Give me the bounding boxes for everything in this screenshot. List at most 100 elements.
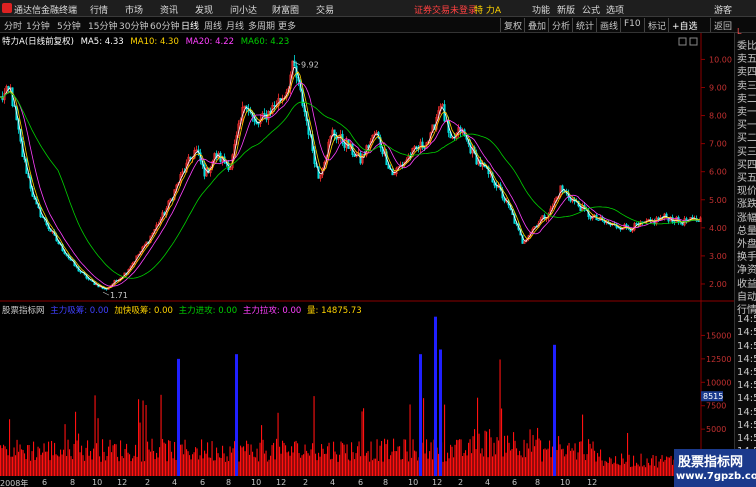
tool-back[interactable]: 返回 [710, 18, 735, 32]
menu-options[interactable]: 选项 [606, 3, 624, 16]
indicator-title[interactable]: 股票指标网 [2, 306, 45, 316]
volume-bar [343, 444, 345, 476]
quote-panel-item[interactable]: 14:5 [737, 341, 756, 352]
period-tab-60min[interactable]: 60分钟 [150, 19, 179, 32]
menu-formula[interactable]: 公式 [582, 3, 600, 16]
volume-bar [331, 458, 333, 476]
tool-overlay[interactable]: 叠加 [524, 18, 549, 32]
volume-bar [147, 441, 149, 476]
menu-functions[interactable]: 功能 [532, 3, 550, 16]
volume-bar [271, 445, 273, 476]
volume-bar [583, 454, 585, 476]
volume-bar [535, 439, 537, 476]
quote-panel-item[interactable]: 14:5 [737, 380, 756, 391]
volume-bar [496, 437, 498, 476]
tool-f10[interactable]: F10 [620, 18, 644, 32]
quote-panel-item[interactable]: 14:5 [737, 433, 756, 444]
quote-panel-item[interactable]: 14:5 [737, 407, 756, 418]
volume-bar [57, 455, 59, 476]
x-axis-label: 2 [145, 478, 151, 487]
menu-wealth[interactable]: 财富圈 [272, 3, 299, 16]
quote-panel-item[interactable]: 14:5 [737, 327, 756, 338]
volume-bar [640, 453, 642, 476]
tool-adjust[interactable]: 复权 [500, 18, 525, 32]
volume-bar [670, 455, 672, 476]
volume-bar [547, 448, 549, 476]
period-tab-1min[interactable]: 1分钟 [26, 19, 50, 32]
volume-bar [118, 461, 120, 476]
tool-draw[interactable]: 画线 [596, 18, 621, 32]
quote-panel-item[interactable]: 14:5 [737, 420, 756, 431]
volume-bar [646, 458, 648, 476]
volume-bar [390, 455, 392, 476]
indicator-chart[interactable]: 15000 12500 10000 7500 5000 8515 [0, 302, 734, 476]
volume-bar [168, 440, 170, 476]
volume-bar [403, 439, 405, 476]
period-tab-5min[interactable]: 5分钟 [57, 19, 81, 32]
guest-label[interactable]: 游客 [714, 3, 732, 16]
volume-bar [81, 445, 83, 476]
price-tick-label: 4.00 [709, 224, 727, 233]
quote-panel-item[interactable]: 14:5 [737, 393, 756, 404]
volume-bar [451, 446, 453, 476]
kline-title: 特力A(日线前复权) [2, 37, 74, 47]
volume-bar [639, 466, 641, 476]
period-tab-multi[interactable]: 多周期 [248, 19, 275, 32]
volume-bar [489, 429, 491, 476]
volume-bar [222, 445, 224, 476]
candle-body [273, 104, 276, 107]
tool-analysis[interactable]: 分析 [548, 18, 573, 32]
volume-bar [274, 459, 276, 476]
volume-bar [247, 443, 249, 476]
menu-trade[interactable]: 交易 [316, 3, 334, 16]
self-select-button[interactable]: +自选 [668, 18, 701, 32]
volume-bar [160, 394, 162, 476]
volume-bar [358, 441, 360, 476]
x-axis-label: 4 [172, 478, 178, 487]
volume-bar [124, 449, 126, 476]
period-tab-15min[interactable]: 15分钟 [88, 19, 117, 32]
volume-bar [546, 449, 548, 476]
volume-bar [366, 452, 368, 476]
stock-name: 特 力A [474, 6, 502, 16]
volume-bar [67, 439, 69, 476]
period-tab-weekly[interactable]: 周线 [204, 19, 222, 32]
menu-new-version[interactable]: 新版 [557, 3, 575, 16]
period-tab-intraday[interactable]: 分时 [4, 19, 22, 32]
price-tick-label: 5.00 [709, 196, 727, 205]
volume-bar [183, 454, 185, 476]
tool-stats[interactable]: 统计 [572, 18, 597, 32]
menu-market[interactable]: 市场 [125, 3, 143, 16]
volume-bar [34, 459, 36, 476]
volume-bar [135, 444, 137, 476]
menu-discover[interactable]: 发现 [195, 3, 213, 16]
menu-quotes[interactable]: 行情 [90, 3, 108, 16]
tool-mark[interactable]: 标记 [644, 18, 669, 32]
quote-panel-item[interactable]: 14:5 [737, 367, 756, 378]
volume-bar [655, 455, 657, 476]
menu-ask[interactable]: 问小达 [230, 3, 257, 16]
volume-bar [579, 441, 581, 476]
period-tab-more[interactable]: 更多 [278, 19, 296, 32]
menu-news[interactable]: 资讯 [160, 3, 178, 16]
volume-bar [199, 455, 201, 476]
login-notice[interactable]: 证券交易未登录 [414, 3, 477, 16]
quote-panel-item[interactable]: 14:5 [737, 354, 756, 365]
volume-bar [258, 461, 260, 476]
volume-bar [139, 422, 141, 476]
right-quote-panel[interactable]: L 委比 卖五 卖四 卖三 卖二 卖一 买一 买二 买三 买四 买五 现价 涨跌 涨幅 总量 外盘 换手 净资 收益… [734, 27, 756, 487]
volume-bar [558, 436, 560, 476]
volume-current-tag-label: 8515 [703, 392, 723, 401]
period-tab-30min[interactable]: 30分钟 [119, 19, 148, 32]
quote-panel-item[interactable]: 14:5 [737, 314, 756, 325]
period-tab-daily[interactable]: 日线 [181, 19, 199, 32]
period-tab-monthly[interactable]: 月线 [226, 19, 244, 32]
volume-bar [195, 447, 197, 476]
volume-bar [399, 446, 401, 476]
volume-bar [570, 450, 572, 476]
volume-bar [60, 449, 62, 476]
kline-chart[interactable]: 10.00 9.00 8.00 7.00 6.00 5.00 4.00 3.00 2.00 9.9… [0, 33, 734, 302]
volume-bar [79, 452, 81, 476]
volume-bar [90, 451, 92, 476]
volume-bar [174, 442, 176, 476]
